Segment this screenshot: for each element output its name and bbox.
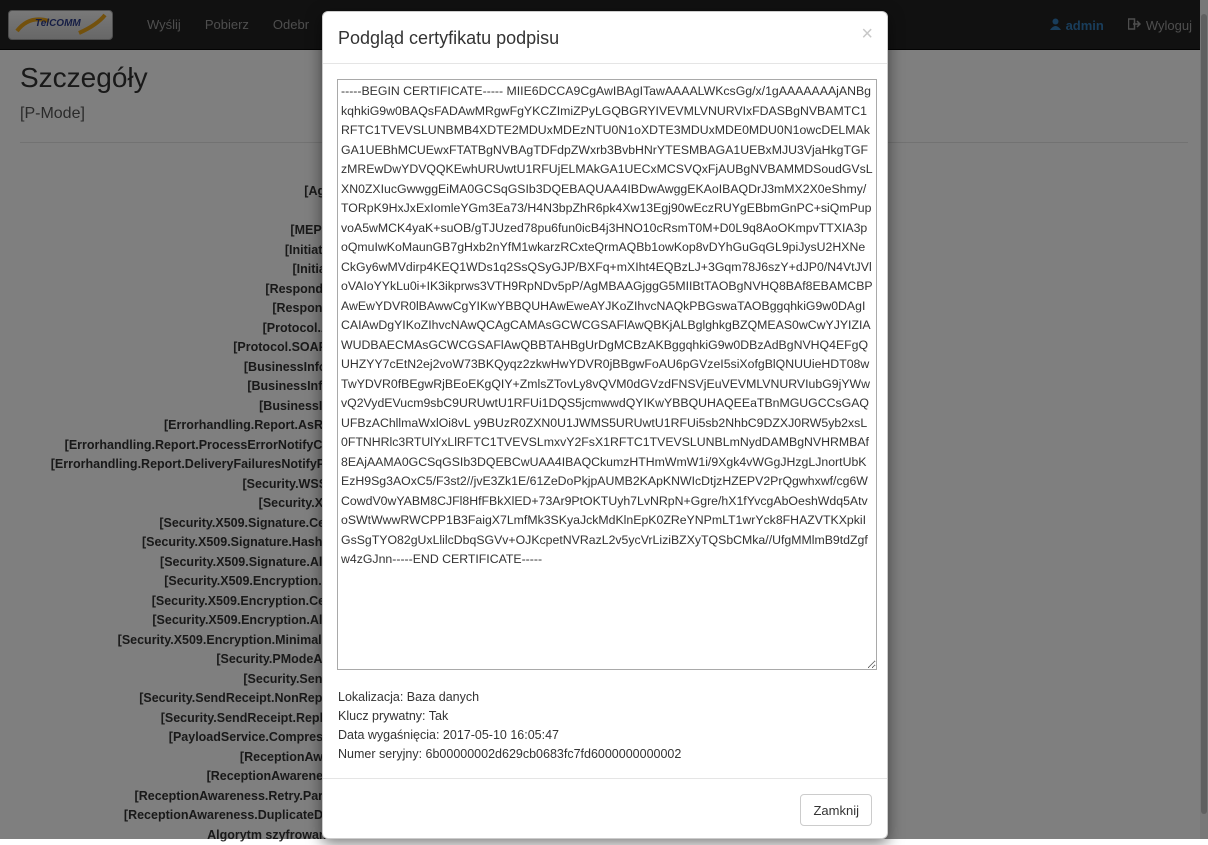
certificate-expiry: Data wygaśnięcia: 2017-05-10 16:05:47 [338,726,681,745]
certificate-info: Lokalizacja: Baza danych Klucz prywatny:… [338,688,681,764]
close-icon[interactable]: × [861,24,873,44]
certificate-location: Lokalizacja: Baza danych [338,688,681,707]
certificate-textarea[interactable]: -----BEGIN CERTIFICATE----- MIIE6DCCA9Cg… [337,79,877,670]
modal-footer: Zamknij [323,778,887,840]
certificate-modal: Podgląd certyfikatu podpisu × -----BEGIN… [322,11,888,839]
modal-header: Podgląd certyfikatu podpisu × [323,12,887,64]
close-button[interactable]: Zamknij [800,794,872,826]
certificate-serial: Numer seryjny: 6b00000002d629cb0683fc7fd… [338,745,681,764]
modal-title: Podgląd certyfikatu podpisu [338,28,559,49]
certificate-private-key: Klucz prywatny: Tak [338,707,681,726]
